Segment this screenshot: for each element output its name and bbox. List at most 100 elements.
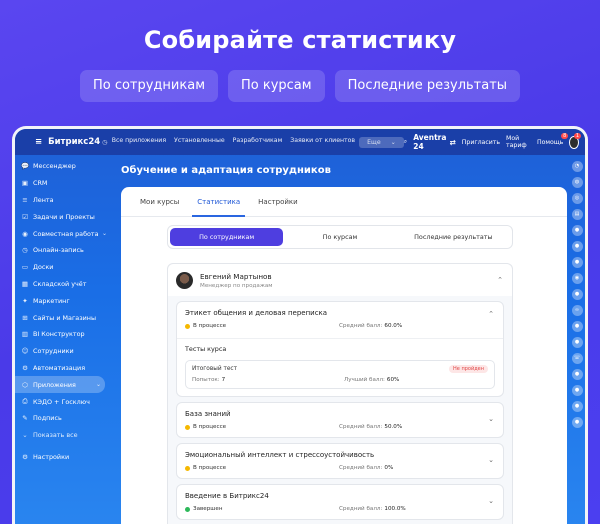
sidebar-item-inventory[interactable]: ▦ Складской учёт (15, 276, 111, 293)
menu-icon[interactable]: ≡ (35, 137, 42, 147)
course-card[interactable]: Этикет общения и деловая переписка ⌃ В п… (176, 301, 504, 397)
logo[interactable]: ≡ Битрикс24 ◷ (35, 137, 108, 147)
promo-tab-results[interactable]: Последние результаты (334, 70, 521, 102)
search-icon[interactable]: ⌕ (404, 138, 407, 146)
promo-tab-employees[interactable]: По сотрудникам (79, 70, 218, 102)
contact-avatar-icon[interactable]: ● (571, 257, 583, 268)
bell-icon[interactable]: ◔ (571, 161, 583, 172)
avg-score: Средний балл: 100.0% (339, 506, 406, 512)
search-icon[interactable]: ◎ (571, 193, 583, 204)
chat-icon[interactable]: ◍ (571, 177, 583, 188)
promo-tab-courses[interactable]: По курсам (228, 70, 325, 102)
apps-icon: ⬡ (22, 380, 28, 389)
automation-icon: ⚙ (22, 363, 28, 372)
sidebar-item-apps[interactable]: ⬡ Приложения ⌄ (15, 376, 105, 394)
messenger-icon: 💬 (21, 162, 30, 171)
nav-more-button[interactable]: Еще ⌄ (359, 136, 404, 148)
chevron-down-icon: ⌄ (95, 381, 101, 389)
segment-latest-results[interactable]: Последние результаты (397, 228, 510, 246)
contact-avatar-icon[interactable]: ● (571, 369, 583, 380)
sidebar-item-marketing[interactable]: ✦ Маркетинг (15, 292, 111, 309)
sidebar-item-settings[interactable]: ⚙ Настройки (15, 449, 111, 466)
sidebar-item-sites[interactable]: ⊞ Сайты и Магазины (15, 309, 111, 326)
contact-avatar-icon[interactable]: ● (571, 417, 583, 428)
feed-icon: ≡ (22, 195, 28, 204)
sidebar-item-booking[interactable]: ◷ Онлайн-запись (15, 242, 111, 259)
chevron-down-icon[interactable]: ⌄ (488, 415, 494, 423)
sidebar-item-bi[interactable]: ▥ BI Конструктор (15, 326, 111, 343)
nav-installed[interactable]: Установленные (170, 137, 229, 148)
app-window: ≡ Битрикс24 ◷ Все приложения Установленн… (12, 126, 588, 524)
segment-by-employees[interactable]: По сотрудникам (170, 228, 284, 246)
tab-settings[interactable]: Настройки (249, 187, 307, 216)
contact-avatar-icon[interactable]: ● (571, 289, 583, 300)
help-button[interactable]: Помощь 8 (537, 132, 569, 146)
plan-button[interactable]: Мой тариф (506, 135, 531, 149)
contact-avatar-icon[interactable]: ● (571, 241, 583, 252)
sidebar-item-label: Сотрудники (33, 347, 74, 356)
group-icon[interactable]: ◉ (571, 273, 583, 284)
sidebar-item-label: CRM (33, 179, 48, 188)
swap-icon: ⇄ (449, 137, 456, 147)
nav-all-apps[interactable]: Все приложения (108, 137, 170, 148)
chevron-down-icon[interactable]: ⌄ (488, 497, 494, 505)
course-title: База знаний (185, 410, 231, 418)
course-card[interactable]: Введение в Битрикс24 ⌄ Завершен Средний … (176, 484, 504, 520)
test-name: Итоговый тест (192, 366, 237, 372)
marketing-icon: ✦ (22, 296, 28, 305)
tab-my-courses[interactable]: Мои курсы (131, 187, 188, 216)
sidebar: 💬 Мессенджер ▣ CRM ≡ Лента ☑ Задачи и Проект… (15, 155, 111, 524)
sidebar-item-label: Настройки (33, 452, 70, 461)
sidebar-item-employees[interactable]: ☺ Сотрудники (15, 343, 111, 360)
nav-more-label: Еще (367, 138, 381, 146)
contact-avatar-icon[interactable]: ● (571, 401, 583, 412)
status-badge: Завершен (185, 506, 339, 512)
contact-avatar-icon[interactable]: ● (571, 321, 583, 332)
sidebar-item-messenger[interactable]: 💬 Мессенджер (15, 158, 111, 175)
employees-icon: ☺ (21, 347, 29, 356)
sidebar-item-automation[interactable]: ⚙ Автоматизация (15, 360, 111, 377)
test-card[interactable]: Итоговый тест Не пройден Попыток: 7 Лучши… (185, 360, 495, 389)
sidebar-item-crm[interactable]: ▣ CRM (15, 175, 111, 192)
sidebar-item-label: Онлайн-запись (33, 246, 84, 255)
status-badge: В процессе (185, 465, 339, 471)
course-card[interactable]: Эмоциональный интеллект и стрессоустойчи… (176, 443, 504, 479)
tab-statistics[interactable]: Статистика (188, 187, 249, 217)
sidebar-item-boards[interactable]: ▭ Доски (15, 259, 111, 276)
chevron-down-icon[interactable]: ⌄ (488, 456, 494, 464)
status-text: В процессе (193, 323, 227, 329)
sidebar-item-feed[interactable]: ≡ Лента (15, 192, 111, 209)
employee-header[interactable]: Евгений Мартынов Менеджер по продажам ⌃ (168, 264, 512, 296)
sidebar-item-tasks[interactable]: ☑ Задачи и Проекты (15, 208, 111, 225)
chevron-up-icon[interactable]: ⌃ (488, 310, 494, 318)
avg-score-label: Средний балл: (339, 323, 383, 329)
sidebar-item-show-all[interactable]: ⌄ Показать все (15, 427, 111, 444)
sidebar-item-collaboration[interactable]: ◉ Совместная работа ⌄ (15, 225, 111, 242)
nav-client-requests[interactable]: Заявки от клиентов (286, 137, 359, 148)
user-avatar[interactable]: 1 (569, 132, 581, 149)
sidebar-item-label: BI Конструктор (33, 330, 85, 339)
sidebar-item-signature[interactable]: ✎ Подпись (15, 410, 111, 427)
best-score-label: Лучший балл: (344, 377, 385, 383)
link-icon[interactable]: ∞ (571, 305, 583, 316)
status-dot-icon (185, 506, 190, 512)
kedo-icon: ⎙ (22, 397, 28, 406)
bi-icon: ▥ (21, 330, 29, 339)
segment-by-courses[interactable]: По курсам (283, 228, 396, 246)
nav-developers[interactable]: Разработчикам (229, 137, 287, 148)
contact-avatar-icon[interactable]: ● (571, 225, 583, 236)
chevron-up-icon[interactable]: ⌃ (497, 276, 503, 284)
course-tests: Тесты курса Итоговый тест Не пройден Поп… (177, 338, 503, 389)
sidebar-item-label: Подпись (33, 414, 62, 423)
sidebar-item-kedo[interactable]: ⎙ КЭДО + Госключ (15, 393, 111, 410)
avg-score-value: 60.0% (384, 323, 403, 329)
company-switcher[interactable]: Aventra 24 ⇄ (413, 133, 456, 151)
calendar-icon[interactable]: ▤ (571, 209, 583, 220)
contact-avatar-icon[interactable]: ● (571, 337, 583, 348)
course-card[interactable]: База знаний ⌄ В процессе Средний балл: 50… (176, 402, 504, 438)
avatar (176, 271, 193, 289)
invite-button[interactable]: Пригласить (462, 139, 500, 146)
contact-avatar-icon[interactable]: ● (571, 385, 583, 396)
phone-icon[interactable]: ☏ (571, 353, 583, 364)
status-text: В процессе (193, 424, 227, 430)
